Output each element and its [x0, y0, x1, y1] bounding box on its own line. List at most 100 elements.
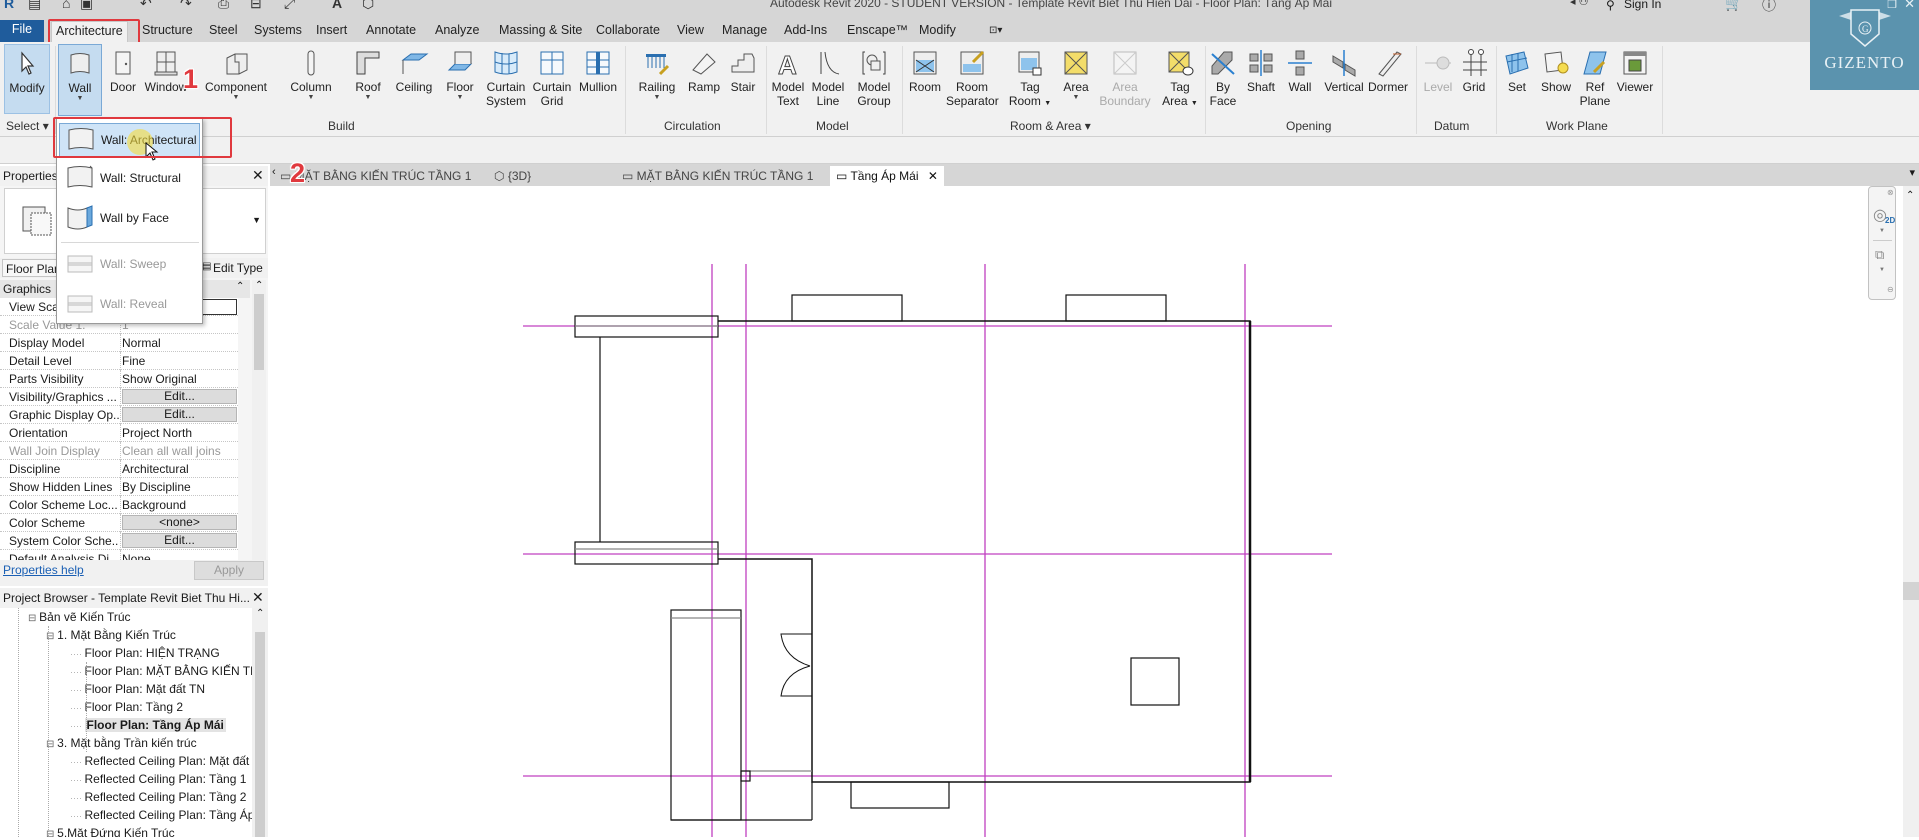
browser-scrollbar[interactable]: ⌃: [252, 608, 268, 837]
model-line-button[interactable]: Model Line: [808, 44, 848, 116]
redo-icon[interactable]: ↷: [180, 0, 192, 12]
property-value[interactable]: Background: [122, 498, 236, 512]
tab-insert[interactable]: Insert: [312, 21, 351, 42]
properties-help-link[interactable]: Properties help: [3, 563, 84, 577]
panel-select-label[interactable]: Select ▾: [6, 119, 49, 133]
property-value[interactable]: Project North: [122, 426, 236, 440]
text-icon[interactable]: A: [332, 0, 342, 11]
tab-structure[interactable]: Structure: [138, 21, 197, 42]
tree-view-item[interactable]: ···· Floor Plan: Tầng Áp Mái: [70, 718, 226, 732]
measure-icon[interactable]: ⊟: [250, 0, 262, 12]
shaft-button[interactable]: Shaft: [1242, 44, 1280, 116]
tab-view[interactable]: View: [673, 21, 708, 42]
column-button[interactable]: Column ▼: [288, 44, 334, 116]
mullion-button[interactable]: Mullion: [576, 44, 620, 116]
room-separator-button[interactable]: Room Separator: [946, 44, 999, 116]
tab-modify[interactable]: Modify: [915, 21, 960, 42]
view-tab-2[interactable]: ⬡ {3D}: [494, 166, 531, 186]
door-button[interactable]: Door: [106, 44, 140, 116]
tab-file[interactable]: File: [0, 20, 44, 42]
tab-enscape[interactable]: Enscape™: [843, 21, 912, 42]
view-tab-3[interactable]: ▭ MẶT BẰNG KIẾN TRÚC TẦNG 1: [622, 166, 813, 186]
viewer-button[interactable]: Viewer: [1614, 44, 1656, 116]
tag-room-button[interactable]: Tag Room ▼: [1008, 44, 1052, 116]
area-boundary-button[interactable]: Area Boundary: [1098, 44, 1152, 116]
by-face-button[interactable]: By Face: [1206, 44, 1240, 116]
close-project-browser-icon[interactable]: ✕: [252, 589, 264, 606]
property-value[interactable]: None: [122, 552, 236, 560]
menu-item-wall-reveal[interactable]: Wall: Reveal: [59, 287, 200, 321]
view-tab-1[interactable]: ▭ MẶT BẰNG KIẾN TRÚC TẦNG 1: [280, 166, 471, 186]
ceiling-button[interactable]: Ceiling: [392, 44, 436, 116]
tree-folder[interactable]: ⊟ 5.Mặt Đứng Kiến Trúc: [46, 826, 175, 837]
scroll-up-icon[interactable]: ⌃: [255, 280, 263, 291]
tab-add-ins[interactable]: Add-Ins: [780, 21, 831, 42]
tab-annotate[interactable]: Annotate: [362, 21, 420, 42]
tree-folder[interactable]: ⊟ 3. Mặt bằng Trần kiến trúc: [46, 736, 197, 750]
collapse-node-icon[interactable]: ⊟: [28, 613, 39, 624]
undo-icon[interactable]: ↶: [140, 0, 152, 12]
room-button[interactable]: Room: [906, 44, 944, 116]
zoom-window-icon[interactable]: ⧉: [1875, 247, 1884, 263]
close-navbar-icon[interactable]: ⊗: [1887, 188, 1894, 197]
property-edit-button[interactable]: <none>: [122, 515, 237, 530]
property-edit-button[interactable]: Edit...: [122, 533, 237, 548]
stair-button[interactable]: Stair: [726, 44, 760, 116]
canvas-scroll-thumb[interactable]: [1903, 582, 1919, 600]
area-button[interactable]: Area ▼: [1058, 44, 1094, 116]
tab-collaborate[interactable]: Collaborate: [592, 21, 664, 42]
tree-view-item[interactable]: ···· Reflected Ceiling Plan: Tầng 2: [70, 790, 246, 804]
minimize-ribbon-icon[interactable]: ⊡▾: [985, 21, 1006, 42]
close-window-icon[interactable]: ✕: [1904, 0, 1915, 12]
browser-scroll-thumb[interactable]: [255, 632, 265, 837]
menu-item-wall-sweep[interactable]: Wall: Sweep: [59, 247, 200, 281]
3d-view-icon[interactable]: ⬡: [362, 0, 374, 12]
apply-button[interactable]: Apply: [194, 561, 264, 580]
cart-icon[interactable]: 🛒: [1725, 0, 1742, 12]
curtain-system-button[interactable]: Curtain System: [484, 44, 528, 116]
property-value[interactable]: By Discipline: [122, 480, 236, 494]
open-icon[interactable]: ⌂: [62, 0, 70, 11]
model-group-button[interactable]: Model Group: [852, 44, 896, 116]
property-edit-button[interactable]: Edit...: [122, 407, 237, 422]
type-selector-dropdown-icon[interactable]: ▼: [252, 215, 261, 225]
grid-button[interactable]: Grid: [1458, 44, 1490, 116]
tree-view-item[interactable]: ···· Floor Plan: MẶT BẰNG KIẾN TRÚ: [70, 664, 252, 678]
menu-item-wall-structural[interactable]: Wall: Structural: [59, 161, 200, 195]
revit-logo-icon[interactable]: R: [4, 0, 14, 11]
navbar-options-icon[interactable]: ⊖: [1887, 285, 1894, 294]
curtain-grid-button[interactable]: Curtain Grid: [532, 44, 572, 116]
tab-massing-site[interactable]: Massing & Site: [495, 21, 586, 42]
tab-architecture[interactable]: Architecture: [51, 21, 128, 42]
roof-button[interactable]: Roof ▼: [350, 44, 386, 116]
close-properties-icon[interactable]: ✕: [252, 167, 264, 184]
tree-view-item[interactable]: ···· Reflected Ceiling Plan: Mặt đất: [70, 754, 249, 768]
dormer-button[interactable]: Dormer: [1364, 44, 1412, 116]
canvas-vertical-scrollbar[interactable]: ⌃: [1903, 186, 1919, 837]
browser-scroll-up-icon[interactable]: ⌃: [256, 608, 264, 619]
vertical-opening-button[interactable]: Vertical: [1320, 44, 1368, 116]
property-value[interactable]: Normal: [122, 336, 236, 350]
tab-analyze[interactable]: Analyze: [431, 21, 483, 42]
infocenter-icon[interactable]: ◂ ⚇: [1570, 0, 1588, 8]
model-text-button[interactable]: A Model Text: [768, 44, 808, 116]
panel-room-area-label[interactable]: Room & Area ▾: [1010, 119, 1091, 133]
print-icon[interactable]: ⎙: [218, 0, 229, 12]
show-work-plane-button[interactable]: Show: [1536, 44, 1576, 116]
close-tab-icon[interactable]: ✕: [928, 169, 938, 183]
property-value[interactable]: Architectural: [122, 462, 236, 476]
wall-opening-button[interactable]: Wall: [1284, 44, 1316, 116]
modify-button[interactable]: Modify: [4, 44, 50, 114]
restore-window-icon[interactable]: ❐: [1887, 0, 1897, 11]
save-icon[interactable]: ▣: [80, 0, 93, 12]
menu-item-wall-by-face[interactable]: Wall by Face: [59, 201, 200, 235]
component-button[interactable]: Component ▼: [204, 44, 268, 116]
tree-view-item[interactable]: ···· Reflected Ceiling Plan: Tầng 1: [70, 772, 246, 786]
property-edit-button[interactable]: Edit...: [122, 389, 237, 404]
window-button[interactable]: Window: [144, 44, 188, 116]
scroll-tabs-left-icon[interactable]: ‹: [272, 166, 276, 178]
property-value[interactable]: Fine: [122, 354, 236, 368]
tab-manage[interactable]: Manage: [718, 21, 771, 42]
canvas-scroll-up-icon[interactable]: ⌃: [1906, 190, 1914, 201]
sign-in-link[interactable]: Sign In: [1624, 0, 1661, 11]
